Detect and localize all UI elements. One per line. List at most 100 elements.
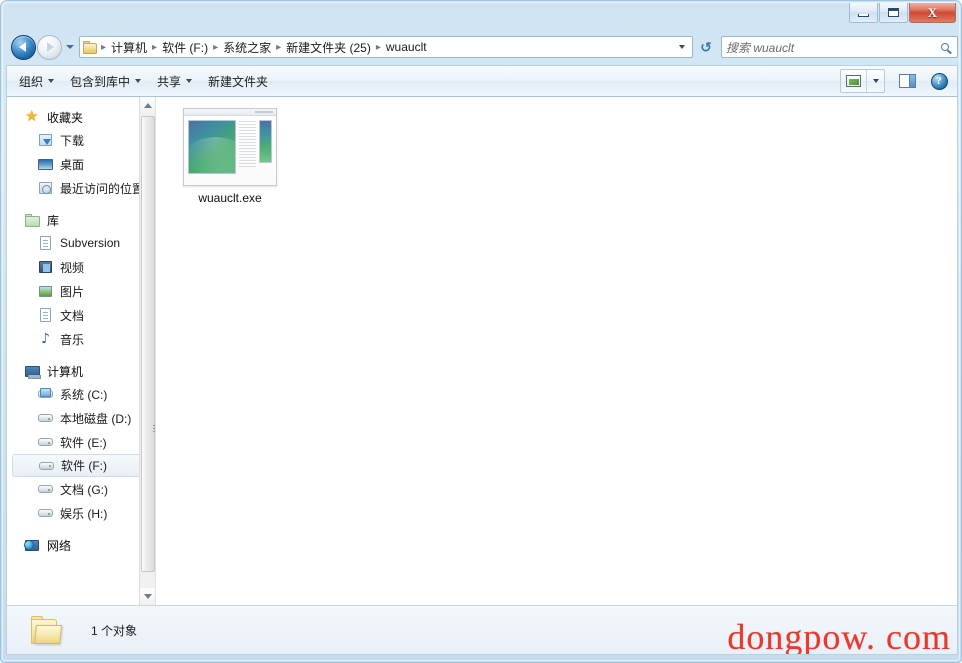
file-item-wuauclt[interactable]: wuauclt.exe	[178, 108, 282, 205]
sidebar-root-computer[interactable]: 计算机	[7, 361, 155, 382]
recent-places-icon	[38, 180, 54, 196]
sidebar-section-favorites: ★ 收藏夹 下载 桌面 最近访问的位置	[7, 107, 155, 200]
sidebar-item-drive-g[interactable]: 文档 (G:)	[7, 477, 155, 501]
sidebar-item-downloads[interactable]: 下载	[7, 128, 155, 152]
address-bar[interactable]: ▸ 计算机 ▸ 软件 (F:) ▸ 系统之家 ▸ 新建文件夹 (25) ▸ wu…	[79, 36, 693, 58]
breadcrumb: ▸ 计算机 ▸ 软件 (F:) ▸ 系统之家 ▸ 新建文件夹 (25) ▸ wu…	[83, 37, 674, 58]
sidebar-root-label: 计算机	[47, 365, 84, 379]
breadcrumb-separator: ▸	[276, 41, 282, 53]
music-icon: ♪	[41, 331, 50, 347]
breadcrumb-item-0[interactable]: 计算机	[107, 37, 151, 58]
sidebar-item-desktop[interactable]: 桌面	[7, 152, 155, 176]
library-icon	[25, 213, 41, 229]
breadcrumb-item-4[interactable]: wuauclt	[382, 38, 431, 56]
change-view-button[interactable]	[840, 69, 885, 93]
details-pane: 1 个对象 dongpow. com	[6, 605, 958, 655]
help-button[interactable]: ?	[925, 69, 953, 93]
back-button[interactable]	[11, 34, 36, 60]
network-icon	[24, 538, 41, 554]
breadcrumb-item-3[interactable]: 新建文件夹 (25)	[282, 37, 375, 58]
close-button[interactable]: X	[909, 3, 956, 23]
file-list-pane[interactable]: wuauclt.exe	[155, 97, 957, 605]
toolbar-organize-button[interactable]: 组织	[11, 69, 62, 93]
maximize-button[interactable]	[879, 3, 908, 23]
sidebar-item-label: 系统 (C:)	[60, 387, 108, 402]
scrollbar-thumb[interactable]	[141, 116, 155, 572]
breadcrumb-separator: ▸	[375, 41, 381, 53]
breadcrumb-separator: ▸	[213, 41, 219, 53]
system-drive-icon	[38, 386, 54, 402]
address-dropdown-button[interactable]	[674, 37, 690, 57]
toolbar-new-folder-button[interactable]: 新建文件夹	[200, 69, 276, 93]
sidebar-item-label: 文档 (G:)	[60, 482, 108, 497]
sidebar-item-music[interactable]: ♪ 音乐	[7, 327, 155, 351]
scroll-down-button[interactable]	[140, 588, 155, 605]
view-dropdown-button[interactable]	[867, 70, 884, 92]
sidebar-item-label: 图片	[60, 284, 85, 299]
sidebar-item-subversion[interactable]: Subversion	[7, 231, 155, 255]
sidebar-item-label: 软件 (E:)	[60, 435, 107, 450]
navigation-pane-scrollbar[interactable]	[139, 97, 155, 605]
sidebar-item-videos[interactable]: 视频	[7, 255, 155, 279]
folder-icon	[83, 40, 98, 54]
toolbar-item-label: 共享	[157, 74, 182, 89]
refresh-button[interactable]: ↺	[695, 36, 717, 58]
scroll-up-button[interactable]	[140, 97, 155, 114]
drive-icon	[38, 410, 54, 426]
view-mode-icon	[841, 70, 867, 92]
sidebar-root-network[interactable]: 网络	[7, 535, 155, 556]
maximize-icon	[888, 8, 899, 17]
breadcrumb-item-1[interactable]: 软件 (F:)	[158, 37, 212, 58]
drive-icon	[38, 505, 54, 521]
video-icon	[38, 259, 54, 275]
item-count-label: 1 个对象	[91, 623, 138, 638]
search-placeholder: 搜索 wuauclt	[726, 40, 795, 55]
sidebar-item-label: 视频	[60, 260, 85, 275]
sidebar-item-label: 软件 (F:)	[61, 459, 107, 473]
navigation-pane: ★ 收藏夹 下载 桌面 最近访问的位置 库 Subversion 视频 图片 文…	[7, 97, 155, 605]
refresh-icon: ↺	[700, 38, 712, 55]
navigation-buttons	[11, 34, 76, 60]
document-icon	[38, 307, 54, 323]
sidebar-item-label: Subversion	[60, 236, 121, 250]
sidebar-item-label: 音乐	[60, 332, 85, 347]
sidebar-item-pictures[interactable]: 图片	[7, 279, 155, 303]
search-icon	[937, 43, 953, 51]
command-bar: 组织 包含到库中 共享 新建文件夹 ?	[6, 65, 958, 97]
sidebar-item-drive-h[interactable]: 娱乐 (H:)	[7, 501, 155, 525]
sidebar-item-documents[interactable]: 文档	[7, 303, 155, 327]
toolbar-include-in-library-button[interactable]: 包含到库中	[62, 69, 149, 93]
sidebar-root-libraries[interactable]: 库	[7, 210, 155, 231]
triangle-down-icon	[144, 594, 152, 599]
arrow-right-icon	[47, 42, 54, 52]
sidebar-item-recent-places[interactable]: 最近访问的位置	[7, 176, 155, 200]
application-thumbnail-icon	[183, 108, 277, 186]
forward-button[interactable]	[37, 34, 62, 60]
title-bar: X	[1, 1, 962, 29]
sidebar-item-drive-f[interactable]: 软件 (F:)	[12, 454, 151, 477]
sidebar-item-label: 娱乐 (H:)	[60, 506, 108, 521]
recent-pages-button[interactable]	[63, 37, 76, 57]
preview-pane-button[interactable]	[893, 69, 921, 93]
drive-icon	[39, 458, 55, 474]
chevron-down-icon	[186, 79, 193, 83]
sidebar-item-label: 文档	[60, 308, 85, 323]
caption-button-group: X	[849, 3, 956, 25]
explorer-body: ★ 收藏夹 下载 桌面 最近访问的位置 库 Subversion 视频 图片 文…	[6, 97, 958, 605]
search-input[interactable]: 搜索 wuauclt	[721, 36, 958, 58]
minimize-button[interactable]	[849, 3, 878, 23]
drive-icon	[38, 481, 54, 497]
sidebar-item-label: 下载	[60, 133, 85, 148]
watermark-text: dongpow. com	[727, 617, 951, 655]
help-icon: ?	[930, 72, 948, 90]
breadcrumb-item-2[interactable]: 系统之家	[219, 37, 275, 58]
sidebar-root-label: 库	[47, 214, 60, 228]
toolbar-share-button[interactable]: 共享	[149, 69, 200, 93]
toolbar-right-group: ?	[840, 69, 953, 93]
explorer-window: X ▸ 计算机 ▸ 软件 (F:) ▸ 系统之家 ▸ 新建文件夹 (25) ▸ …	[0, 0, 962, 663]
sidebar-root-favorites[interactable]: ★ 收藏夹	[7, 107, 155, 128]
preview-pane-icon	[898, 74, 916, 88]
sidebar-item-drive-d[interactable]: 本地磁盘 (D:)	[7, 406, 155, 430]
sidebar-item-drive-e[interactable]: 软件 (E:)	[7, 430, 155, 454]
sidebar-item-drive-c[interactable]: 系统 (C:)	[7, 382, 155, 406]
